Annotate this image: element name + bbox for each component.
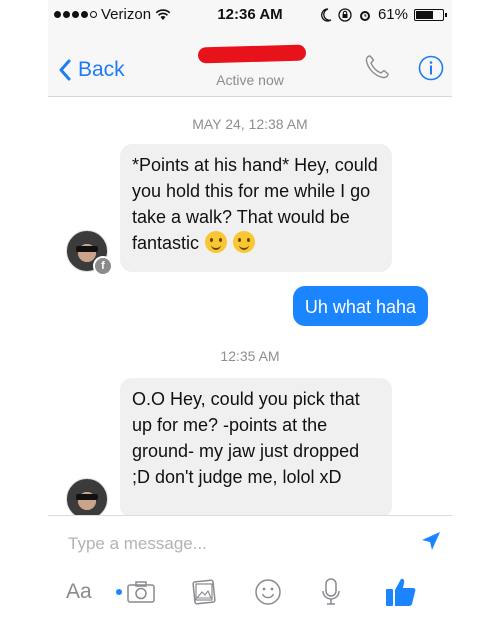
- incoming-message[interactable]: O.O Hey, could you pick that up for me? …: [120, 378, 392, 518]
- photos-button[interactable]: [190, 574, 218, 610]
- redacted-contact-name[interactable]: [197, 44, 307, 64]
- message-text: *Points at his hand* Hey, could you hold…: [132, 155, 378, 253]
- smile-emoji: [233, 231, 256, 253]
- send-icon[interactable]: [420, 530, 442, 552]
- outgoing-message[interactable]: Uh what haha: [292, 286, 428, 326]
- incoming-message[interactable]: *Points at his hand* Hey, could you hold…: [120, 144, 392, 272]
- messenger-screen: Verizon 12:36 AM 61% Back Active now MAY…: [48, 0, 452, 638]
- composer-toolbar: Aa: [48, 574, 452, 614]
- phone-icon[interactable]: [364, 54, 390, 80]
- font-toggle-button[interactable]: Aa: [66, 574, 92, 610]
- timestamp: MAY 24, 12:38 AM: [192, 116, 308, 132]
- like-icon: [386, 578, 416, 606]
- camera-indicator-dot: [116, 589, 122, 595]
- timestamp: 12:35 AM: [220, 348, 280, 364]
- status-bar: Verizon 12:36 AM 61%: [48, 0, 452, 30]
- camera-button[interactable]: [116, 574, 156, 610]
- microphone-button[interactable]: [320, 574, 342, 610]
- battery-percent: 61%: [377, 6, 408, 23]
- moon-icon: [321, 7, 332, 22]
- facebook-badge-icon: f: [93, 256, 113, 276]
- message-composer: Aa: [48, 515, 452, 638]
- lock-rotation-icon: [338, 7, 352, 22]
- avatar[interactable]: [66, 478, 108, 520]
- info-icon[interactable]: [418, 55, 444, 81]
- status-indicators: 61%: [320, 6, 447, 23]
- message-text: Uh what haha: [304, 297, 416, 317]
- active-status: Active now: [216, 72, 284, 88]
- camera-icon: [127, 581, 155, 603]
- microphone-icon: [322, 578, 340, 605]
- emoji-icon: [255, 579, 281, 605]
- alarm-icon: [359, 10, 370, 21]
- wink-emoji: [205, 231, 228, 253]
- photos-icon: [192, 579, 216, 605]
- like-button[interactable]: [384, 574, 418, 610]
- message-text: O.O Hey, could you pick that up for me? …: [132, 389, 360, 487]
- battery-icon: [414, 8, 447, 21]
- emoji-button[interactable]: [254, 574, 282, 610]
- message-input[interactable]: [66, 530, 400, 558]
- conversation-header: Back Active now: [48, 30, 452, 97]
